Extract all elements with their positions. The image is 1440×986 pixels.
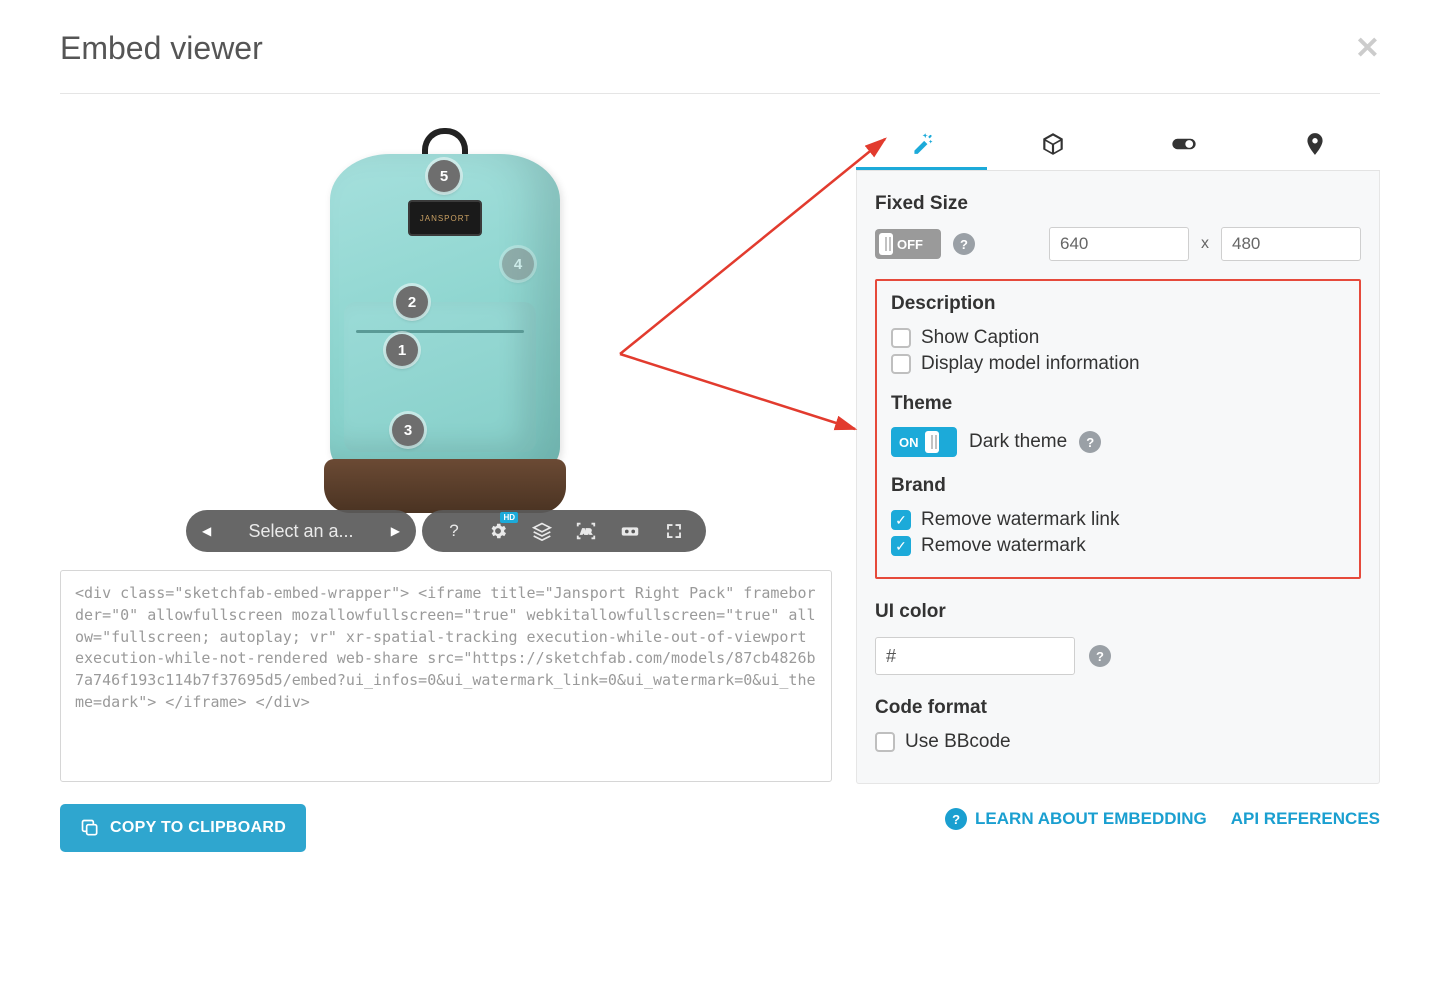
dark-theme-label: Dark theme: [969, 431, 1067, 453]
fixed-size-toggle[interactable]: OFF: [875, 229, 941, 259]
tab-controls[interactable]: [1118, 118, 1249, 170]
toggle-icon: [1171, 131, 1197, 157]
hotspot-5[interactable]: 5: [428, 160, 460, 192]
fixed-size-help-icon[interactable]: ?: [953, 233, 975, 255]
product-brand-patch: JANSPORT: [408, 200, 482, 236]
copy-to-clipboard-button[interactable]: COPY TO CLIPBOARD: [60, 804, 306, 852]
theme-help-icon[interactable]: ?: [1079, 431, 1101, 453]
use-bbcode-checkbox[interactable]: [875, 732, 895, 752]
embed-preview[interactable]: JANSPORT 5 4 2 1 3 ◀ Select an a... ▶: [60, 118, 832, 558]
brand-title: Brand: [891, 475, 1345, 497]
hotspot-1[interactable]: 1: [386, 334, 418, 366]
embed-code-box[interactable]: <div class="sketchfab-embed-wrapper"> <i…: [60, 570, 832, 782]
ui-color-help-icon[interactable]: ?: [1089, 645, 1111, 667]
ui-color-input[interactable]: [875, 637, 1075, 675]
highlighted-options-box: Description Show Caption Display model i…: [875, 279, 1361, 579]
vr-icon[interactable]: [608, 510, 652, 552]
remove-watermark-link-checkbox[interactable]: ✓: [891, 510, 911, 530]
remove-watermark-checkbox[interactable]: ✓: [891, 536, 911, 556]
next-annotation-icon[interactable]: ▶: [385, 524, 406, 538]
description-title: Description: [891, 293, 1345, 315]
learn-embedding-link[interactable]: ?LEARN ABOUT EMBEDDING: [945, 808, 1207, 830]
hotspot-2[interactable]: 2: [396, 286, 428, 318]
product-preview: JANSPORT 5 4 2 1 3: [330, 128, 560, 513]
settings-icon[interactable]: HD: [476, 510, 520, 552]
copy-button-label: COPY TO CLIPBOARD: [110, 819, 286, 837]
tab-general[interactable]: [856, 118, 987, 170]
display-model-info-checkbox[interactable]: [891, 354, 911, 374]
ar-icon[interactable]: AR: [564, 510, 608, 552]
tab-3d[interactable]: [987, 118, 1118, 170]
annotation-selector-label: Select an a...: [225, 521, 377, 542]
svg-text:AR: AR: [581, 527, 592, 536]
fixed-height-input[interactable]: [1221, 227, 1361, 261]
use-bbcode-label: Use BBcode: [905, 731, 1011, 753]
code-format-title: Code format: [875, 697, 1361, 719]
dark-theme-toggle[interactable]: ON: [891, 427, 957, 457]
hotspot-4[interactable]: 4: [502, 248, 534, 280]
fullscreen-icon[interactable]: [652, 510, 696, 552]
api-references-link[interactable]: API REFERENCES: [1231, 808, 1380, 830]
hd-badge: HD: [500, 512, 518, 523]
prev-annotation-icon[interactable]: ◀: [196, 524, 217, 538]
remove-watermark-link-label: Remove watermark link: [921, 509, 1120, 531]
dimension-separator: x: [1201, 235, 1209, 253]
layers-icon[interactable]: [520, 510, 564, 552]
display-model-info-label: Display model information: [921, 353, 1140, 375]
fixed-width-input[interactable]: [1049, 227, 1189, 261]
show-caption-checkbox[interactable]: [891, 328, 911, 348]
theme-title: Theme: [891, 393, 1345, 415]
cube-icon: [1040, 131, 1066, 157]
show-caption-label: Show Caption: [921, 327, 1039, 349]
tab-annotations[interactable]: [1249, 118, 1380, 170]
magic-wand-icon: [909, 130, 935, 156]
remove-watermark-label: Remove watermark: [921, 535, 1086, 557]
hotspot-3[interactable]: 3: [392, 414, 424, 446]
info-icon: ?: [945, 808, 967, 830]
pin-icon: [1302, 131, 1328, 157]
fixed-size-title: Fixed Size: [875, 193, 1361, 215]
ui-color-title: UI color: [875, 601, 1361, 623]
annotation-selector[interactable]: ◀ Select an a... ▶: [186, 510, 416, 552]
close-icon[interactable]: ✕: [1355, 31, 1380, 66]
help-icon[interactable]: ?: [432, 510, 476, 552]
page-title: Embed viewer: [60, 30, 263, 67]
